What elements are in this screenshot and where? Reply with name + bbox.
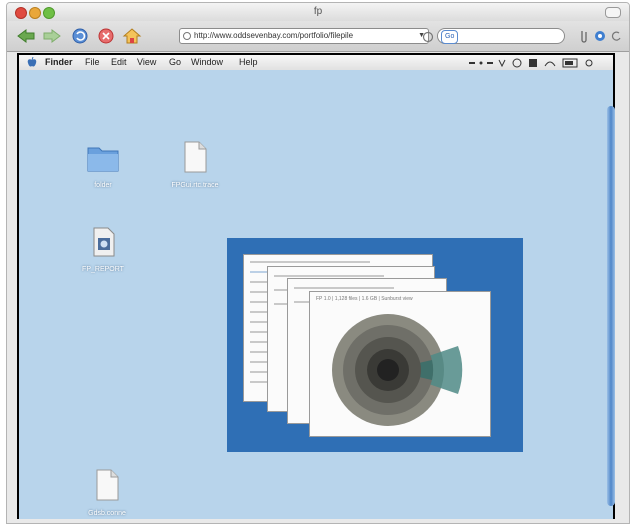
desktop-icon-label: folder [94, 182, 112, 189]
spotlight-icon [585, 59, 593, 67]
status-icons [469, 58, 593, 68]
wifi-icon [544, 61, 556, 67]
reload-button[interactable] [69, 25, 91, 47]
window-preview-panel[interactable]: FP 1.0 | 1,128 files | 1.6 GB | Sunburst… [227, 238, 523, 452]
site-favicon-icon [183, 32, 191, 40]
forward-button[interactable] [41, 25, 63, 47]
desktop-icon-document[interactable]: FPGui.rtc.trace [165, 140, 225, 189]
menu-view[interactable]: View [137, 57, 156, 67]
menu-file[interactable]: File [85, 57, 100, 67]
menu-help[interactable]: Help [239, 57, 258, 67]
menu-status-icons [469, 58, 607, 70]
application-icon [93, 227, 115, 257]
address-bar[interactable]: http://www.oddsevenbay.com/portfolio/fil… [179, 28, 429, 44]
home-button[interactable] [121, 25, 143, 47]
document-icon [184, 141, 207, 173]
screen-icon [529, 59, 537, 67]
apple-icon[interactable] [27, 57, 37, 68]
back-arrow-icon [17, 29, 35, 43]
desktop-icon-application[interactable]: FP_REPORT [73, 226, 133, 273]
menu-edit[interactable]: Edit [111, 57, 127, 67]
sunburst-center [377, 359, 399, 381]
vertical-scrollbar[interactable] [607, 106, 615, 506]
desktop-icon-label: FPGui.rtc.trace [171, 182, 219, 189]
go-circle-icon [422, 31, 434, 43]
browser-toolbar: http://www.oddsevenbay.com/portfolio/fil… [7, 21, 629, 52]
menu-go[interactable]: Go [169, 57, 181, 67]
stop-button[interactable] [95, 25, 117, 47]
battery-level-icon [565, 61, 573, 65]
sync-icon [611, 31, 621, 41]
desktop-icon-folder[interactable]: folder [73, 142, 133, 189]
forward-arrow-icon [43, 29, 61, 43]
sunburst-graphic [332, 314, 463, 426]
volume-icon [498, 59, 506, 68]
mac-menu-bar: Finder File Edit View Go Window Help [19, 55, 613, 70]
search-engine-selector[interactable]: Go [441, 30, 459, 44]
sync-button[interactable] [605, 25, 627, 47]
url-text: http://www.oddsevenbay.com/portfolio/fil… [194, 31, 354, 40]
home-icon [122, 28, 142, 44]
status-dot-icon [479, 61, 483, 65]
status-dash-icon [469, 62, 475, 64]
document-icon [96, 469, 119, 501]
sync-status-icon [512, 58, 522, 68]
status-dash-icon [487, 62, 493, 64]
toolbar-toggle-button[interactable] [605, 7, 621, 18]
reload-icon [72, 28, 88, 44]
stop-icon [98, 28, 114, 44]
title-bar: fp [7, 3, 629, 21]
folder-icon [87, 147, 119, 172]
desktop-icon-label: Gdsb.conne [88, 510, 126, 517]
back-button[interactable] [15, 25, 37, 47]
desktop-icon-label: FP_REPORT [82, 266, 124, 273]
desktop-icon-document[interactable]: Gdsb.conne [77, 468, 137, 517]
preview-window-front[interactable]: FP 1.0 | 1,128 files | 1.6 GB | Sunburst… [309, 291, 491, 437]
menu-window[interactable]: Window [191, 57, 223, 67]
window-title: fp [313, 6, 323, 17]
menu-finder[interactable]: Finder [45, 57, 73, 67]
paperclip-icon [581, 31, 587, 43]
search-box[interactable]: Go [437, 28, 565, 44]
go-button[interactable] [417, 26, 439, 48]
desktop: folder FPGui.rtc.trace FP_REPORT Gdsb.co… [19, 70, 613, 519]
page-content-screenshot: Finder File Edit View Go Window Help fol… [17, 53, 615, 519]
